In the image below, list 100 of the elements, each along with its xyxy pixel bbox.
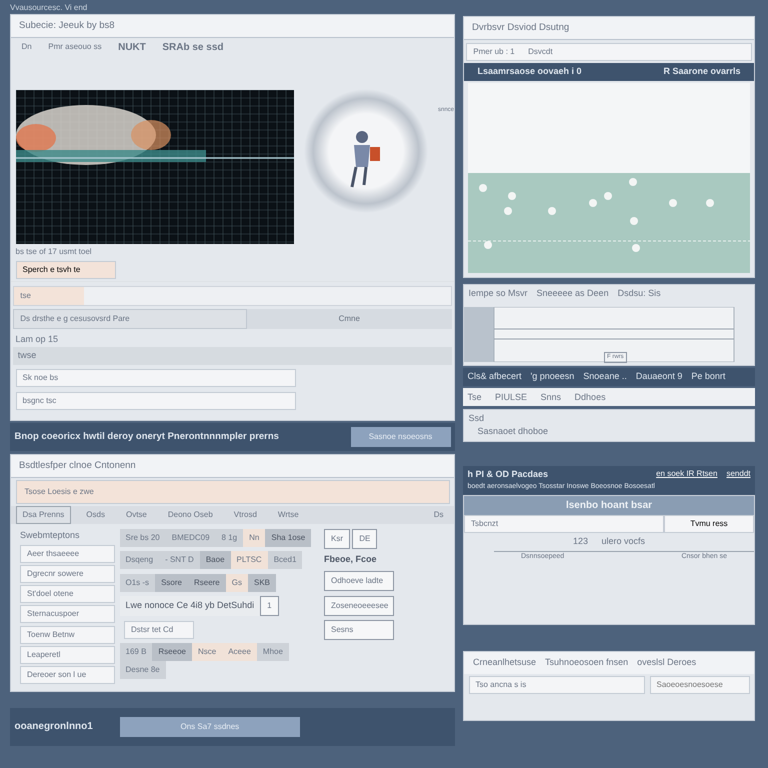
chip[interactable]: Mhoe: [256, 643, 289, 662]
chip[interactable]: BMEDC09: [166, 528, 216, 547]
load-button[interactable]: Tvmu ress: [664, 515, 754, 533]
data-point: [630, 216, 638, 225]
section-heading: Swebmteptons: [20, 528, 81, 542]
form-field[interactable]: Sternacuspoer: [20, 605, 115, 624]
chip[interactable]: 169 B: [120, 643, 152, 662]
tab[interactable]: Deono Oseb: [162, 507, 219, 524]
action-button[interactable]: Sasnoe nsoeosns: [350, 427, 450, 448]
panel-tab[interactable]: Tsuhnoeosoen fnsen: [545, 656, 628, 670]
panel-tab[interactable]: Crneanlhetsuse: [473, 656, 536, 670]
status-item: Dauaeont 9: [636, 370, 682, 384]
detail-text: PIULSE: [495, 390, 528, 404]
side-button[interactable]: Zoseneoeeesee: [324, 596, 394, 616]
tag-label: tse: [14, 287, 84, 306]
window-title: Vvausourcesc. Vi end: [10, 2, 88, 14]
action-text: Bnop coeoricx hwtil deroy oneryt Pnerontnnnmpler prerns: [14, 430, 279, 444]
tab[interactable]: Wrtse: [272, 507, 305, 524]
toolbar-item[interactable]: NUKT: [112, 38, 152, 57]
side-label: Fbeoe, Fcoe: [324, 553, 378, 566]
panel-title: Subecie: Jeeuk by bs8: [11, 15, 454, 38]
chip[interactable]: - SNT D: [159, 551, 200, 570]
tab[interactable]: Dsa Prenns: [16, 506, 72, 524]
bar-text: Lsaamrsaose oovaeh i 0: [478, 65, 582, 78]
footer-button[interactable]: Ons Sa7 ssdnes: [120, 716, 300, 736]
chip[interactable]: Nn: [243, 528, 266, 547]
detail-text: Ddhoes: [574, 390, 606, 404]
small-button[interactable]: DE: [352, 528, 378, 549]
chip[interactable]: Dsqeng: [120, 551, 160, 570]
range-text: ulero vocfs: [602, 535, 646, 548]
form-field[interactable]: St'doel otene: [20, 585, 115, 603]
chip[interactable]: Bced1: [268, 551, 302, 570]
chip-text: Lwe nonoce Ce 4i8 yb DetSuhdi: [120, 596, 260, 616]
banner-field[interactable]: Tsose Loesis e zwe: [16, 480, 450, 504]
note-field[interactable]: bsgnc tsc: [16, 392, 296, 410]
field-value: Dsvcdt: [528, 46, 553, 58]
chip[interactable]: Sha 1ose: [265, 528, 312, 547]
panel-tab[interactable]: oveslsl Deroes: [637, 656, 696, 670]
dropdown[interactable]: Ds: [428, 507, 450, 524]
group-field[interactable]: twse: [13, 346, 452, 364]
toolbar-item[interactable]: Pmr aseouo ss: [42, 39, 108, 56]
data-point: [479, 184, 487, 192]
chip[interactable]: O1s -s: [120, 574, 156, 592]
caption-text: bs tse of 17 usmt toel: [14, 246, 93, 258]
chip[interactable]: Gs: [226, 574, 248, 592]
search-field[interactable]: Sperch e tsvh te: [16, 260, 116, 278]
data-point: [669, 198, 677, 207]
package-link[interactable]: en soek IR Rtsen: [656, 468, 718, 482]
chip[interactable]: 1: [260, 596, 279, 616]
chart-label: Iempe so Msvr: [468, 287, 528, 300]
chip[interactable]: Sre bs 20: [120, 528, 166, 547]
package-link[interactable]: senddt: [726, 468, 750, 482]
data-point: [484, 240, 492, 249]
chip[interactable]: 8 1g: [216, 528, 244, 547]
data-point: [706, 198, 714, 207]
load-field[interactable]: Tsbcnzt: [464, 515, 664, 533]
chip[interactable]: Aceee: [222, 643, 257, 662]
side-button[interactable]: Odhoeve ladte: [324, 571, 394, 592]
data-point: [632, 244, 640, 252]
form-field[interactable]: Tso ancna s is: [468, 676, 645, 694]
tab[interactable]: Vtrosd: [228, 507, 263, 524]
status-item: Pe bonrt: [691, 370, 726, 384]
toolbar-item[interactable]: SRAb se ssd: [156, 38, 230, 57]
chip[interactable]: PLTSC: [230, 551, 268, 570]
chip[interactable]: SKB: [248, 574, 276, 592]
note-field[interactable]: Sk noe bs: [16, 369, 296, 387]
panel-title: lsenbo hoant bsar: [464, 496, 754, 515]
chip[interactable]: Ssore: [155, 574, 188, 592]
data-point: [629, 178, 637, 186]
data-point: [589, 198, 597, 207]
form-field[interactable]: Dereoer son l ue: [20, 666, 115, 684]
toolbar-item[interactable]: Dn: [16, 39, 38, 56]
tab[interactable]: Osds: [80, 507, 111, 524]
chip[interactable]: Rseere: [188, 574, 226, 592]
chart-label: Dsdsu: Sis: [618, 287, 661, 300]
side-button[interactable]: Sesns: [324, 620, 394, 640]
data-point: [504, 206, 512, 215]
small-field[interactable]: Dstsr tet Cd: [124, 620, 194, 639]
chart-label: Sneeeee as Deen: [536, 287, 609, 300]
footer-text: ooanegronlnno1: [14, 720, 93, 734]
form-field[interactable]: Toenw Betnw: [20, 626, 115, 644]
detail-text: Tse: [468, 390, 482, 404]
form-field[interactable]: Dgrecnr sowere: [20, 564, 115, 583]
group-label: Lam op 15: [14, 333, 60, 346]
small-button[interactable]: Ksr: [324, 528, 350, 549]
axis-panel: [464, 306, 494, 362]
search-field[interactable]: Saoeoesnoesoese: [650, 676, 750, 694]
tab[interactable]: Ovtse: [120, 507, 153, 524]
package-title: h PI & OD Pacdaes: [468, 468, 548, 482]
chip[interactable]: Baoe: [200, 551, 231, 570]
chip[interactable]: Rseeoe: [152, 643, 192, 662]
form-field[interactable]: Aeer thsaeeee: [20, 544, 115, 562]
info-text: Ds drsthe e g cesusovsrd Pare: [13, 308, 247, 328]
status-item: Snoeane ..: [583, 370, 627, 384]
info-button[interactable]: Cmne: [246, 308, 452, 328]
chip[interactable]: Nsce: [192, 643, 222, 662]
panel-title: Dvrbsvr Dsviod Dsutng: [464, 17, 754, 40]
form-field[interactable]: Leaperetl: [20, 646, 115, 664]
chip[interactable]: Desne 8e: [120, 661, 166, 680]
status-item: 'g pnoeesn: [530, 370, 574, 384]
